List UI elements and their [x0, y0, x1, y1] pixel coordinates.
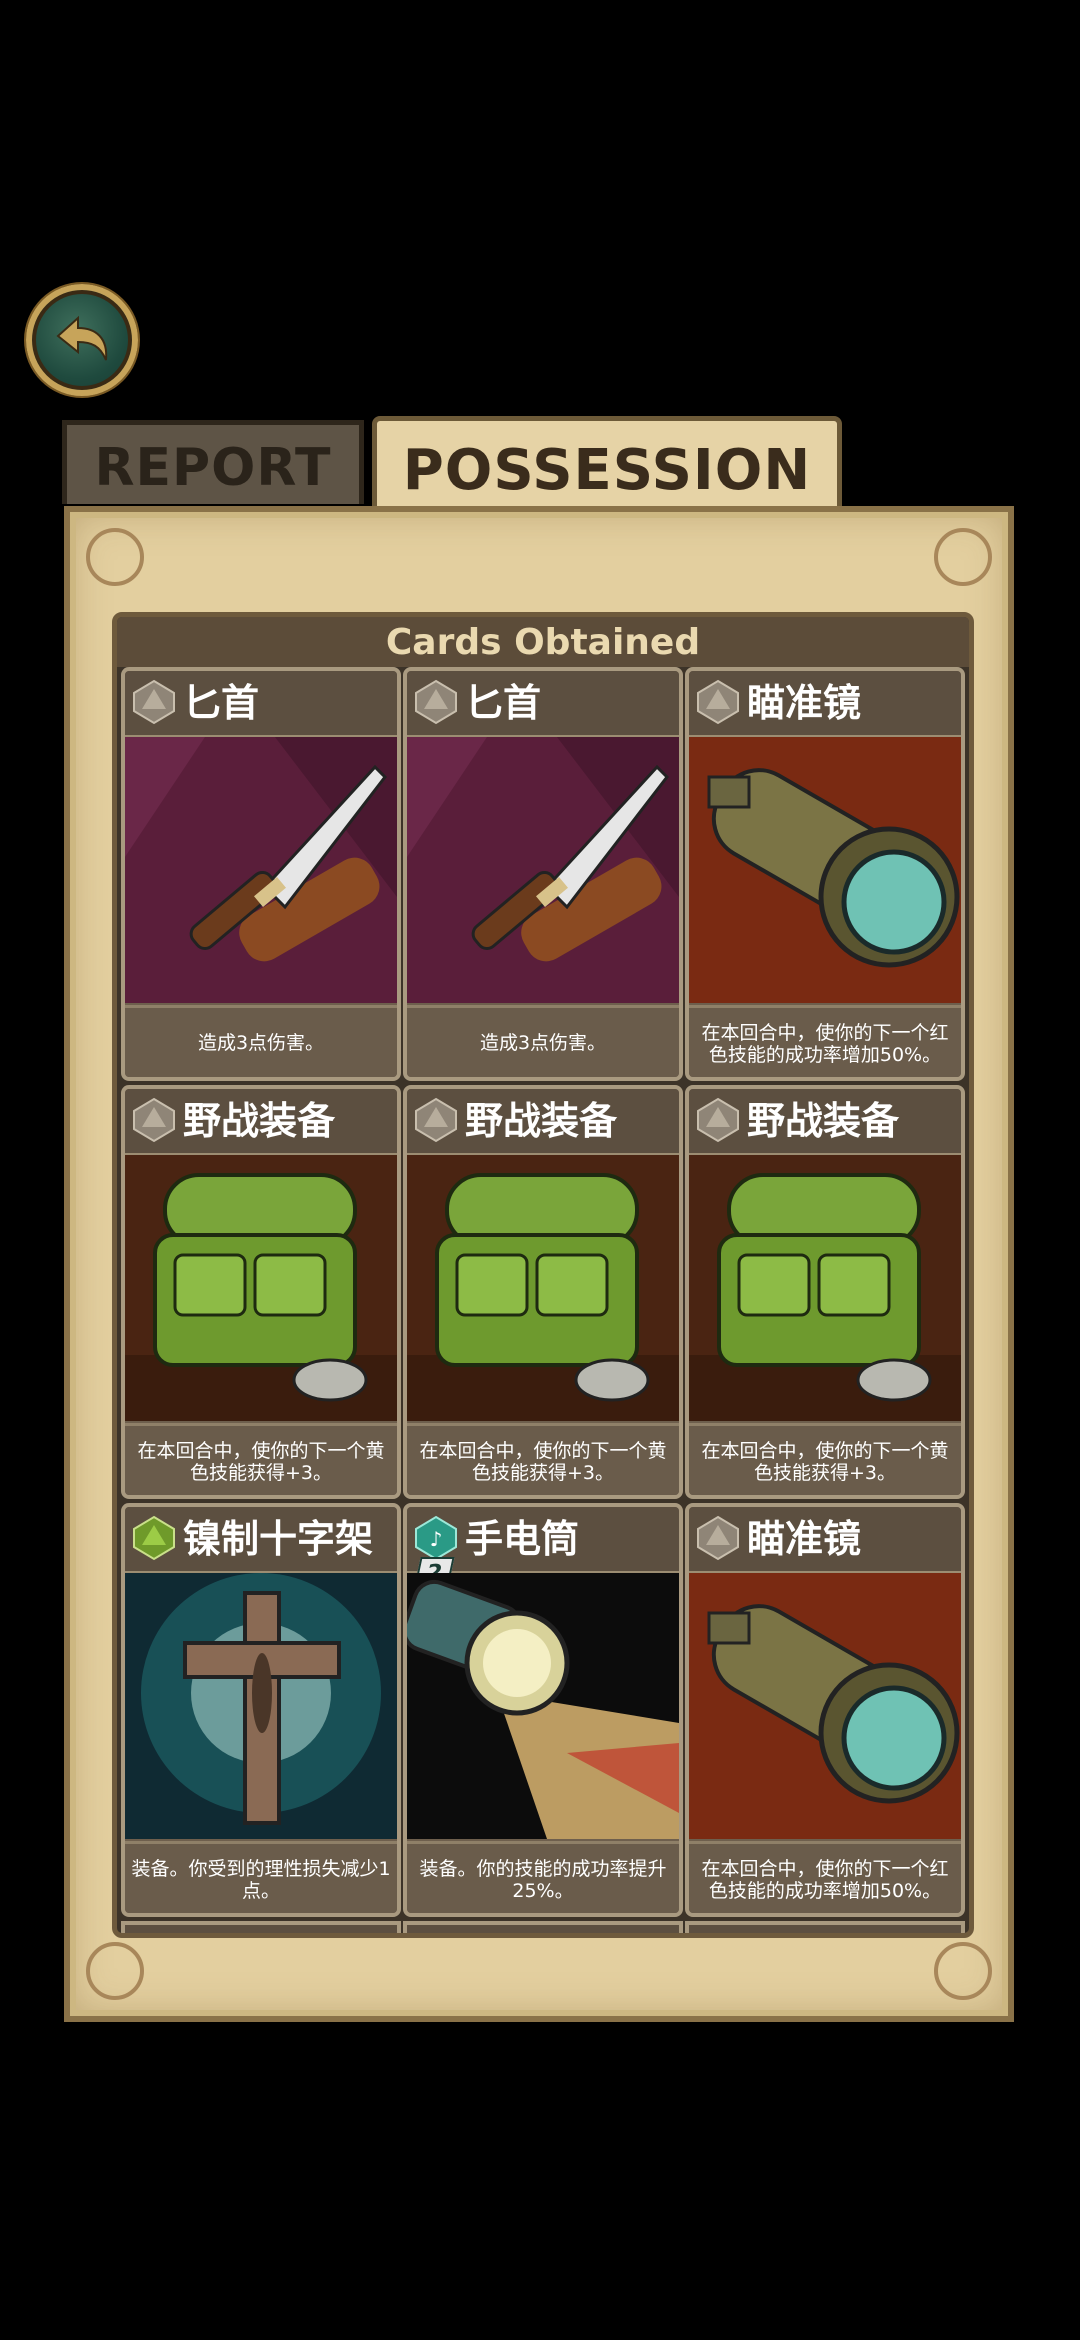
card-title-bar: 瞄准镜	[689, 671, 961, 738]
card[interactable]: 匕首 造成3点伤害。	[121, 667, 401, 1081]
backpack-illustration	[125, 1155, 397, 1421]
card-partial[interactable]	[685, 1921, 965, 1933]
teal-d20-gem-icon: ♪	[415, 1515, 457, 1561]
knife-illustration	[125, 737, 397, 1003]
back-arrow-icon	[56, 315, 108, 361]
card-description: 在本回合中，使你的下一个红色技能的成功率增加50%。	[689, 1841, 961, 1913]
d20-gem-icon	[697, 1515, 739, 1561]
card-title-bar: 匕首	[407, 671, 679, 738]
d20-gem-icon	[415, 1097, 457, 1143]
corner-ornament	[934, 528, 992, 586]
card-title-bar: ♪ 手电筒 2	[407, 1507, 679, 1591]
card-title-bar: 瞄准镜	[689, 1507, 961, 1574]
flashlight-illustration	[407, 1573, 679, 1839]
d20-gem-icon	[133, 679, 175, 725]
card[interactable]: 瞄准镜 在本回合中，使你的下一个红色技能的成功率增加50%。	[685, 667, 965, 1081]
card-description: 造成3点伤害。	[407, 1005, 679, 1077]
corner-ornament	[86, 528, 144, 586]
card-title: 野战装备	[183, 1099, 336, 1143]
scope-illustration	[689, 737, 961, 1003]
card-title-bar: 野战装备	[125, 1089, 397, 1156]
cross-illustration	[125, 1573, 397, 1839]
knife-illustration	[407, 737, 679, 1003]
card-description: 造成3点伤害。	[125, 1005, 397, 1077]
d20-gem-icon	[697, 679, 739, 725]
d20-gem-icon	[415, 679, 457, 725]
back-button[interactable]	[26, 284, 138, 396]
card[interactable]: ♪ 手电筒 2 装备。你的技能的成功率提升25%。	[403, 1503, 683, 1917]
card-description: 装备。你受到的理性损失减少1点。	[125, 1841, 397, 1913]
scope-illustration	[689, 1573, 961, 1839]
card[interactable]: 野战装备 在本回合中，使你的下一个黄色技能获得+3。	[121, 1085, 401, 1499]
card-title: 匕首	[183, 681, 260, 725]
card-title-bar: 野战装备	[407, 1089, 679, 1156]
card-title: 瞄准镜	[747, 1517, 862, 1561]
card[interactable]: 匕首 造成3点伤害。	[403, 667, 683, 1081]
card-title: 手电筒	[465, 1517, 580, 1561]
backpack-illustration	[689, 1155, 961, 1421]
card-title: 瞄准镜	[747, 681, 862, 725]
card[interactable]: 镍制十字架 装备。你受到的理性损失减少1点。	[121, 1503, 401, 1917]
d20-gem-icon	[133, 1097, 175, 1143]
card-description: 装备。你的技能的成功率提升25%。	[407, 1841, 679, 1913]
card-title: 匕首	[465, 681, 542, 725]
section-title: Cards Obtained	[117, 617, 969, 667]
card-partial[interactable]	[121, 1921, 401, 1933]
corner-ornament	[934, 1942, 992, 2000]
card-title: 镍制十字架	[183, 1517, 374, 1561]
d20-gem-icon	[697, 1097, 739, 1143]
card-title-bar: 野战装备	[689, 1089, 961, 1156]
card-description: 在本回合中，使你的下一个黄色技能获得+3。	[689, 1423, 961, 1495]
card-partial[interactable]	[403, 1921, 683, 1933]
tab-report[interactable]: REPORT	[62, 420, 364, 504]
card[interactable]: 野战装备 在本回合中，使你的下一个黄色技能获得+3。	[403, 1085, 683, 1499]
cards-grid[interactable]: Cards Obtained 匕首 造成3点伤害。 匕首 造成3点伤害。 瞄准镜…	[112, 612, 974, 1938]
backpack-illustration	[407, 1155, 679, 1421]
card[interactable]: 瞄准镜 在本回合中，使你的下一个红色技能的成功率增加50%。	[685, 1503, 965, 1917]
svg-text:♪: ♪	[430, 1527, 443, 1551]
card-description: 在本回合中，使你的下一个黄色技能获得+3。	[407, 1423, 679, 1495]
card-title: 野战装备	[465, 1099, 618, 1143]
card-title-bar: 匕首	[125, 671, 397, 738]
card-description: 在本回合中，使你的下一个黄色技能获得+3。	[125, 1423, 397, 1495]
green-d20-gem-icon	[133, 1515, 175, 1561]
corner-ornament	[86, 1942, 144, 2000]
card[interactable]: 野战装备 在本回合中，使你的下一个黄色技能获得+3。	[685, 1085, 965, 1499]
card-title-bar: 镍制十字架	[125, 1507, 397, 1574]
card-title: 野战装备	[747, 1099, 900, 1143]
card-description: 在本回合中，使你的下一个红色技能的成功率增加50%。	[689, 1005, 961, 1077]
